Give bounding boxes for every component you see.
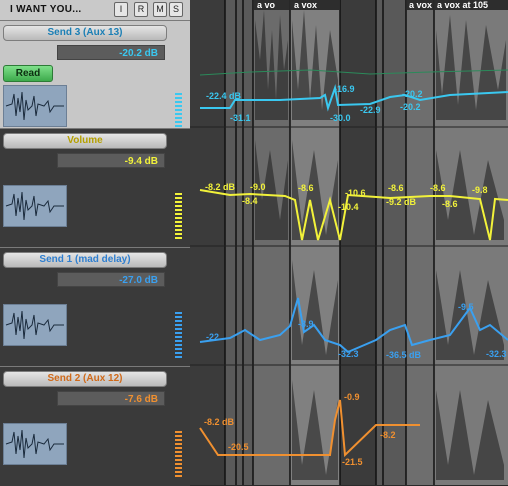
waveform-thumbnail bbox=[3, 423, 67, 465]
automation-value-label: -8.4 bbox=[242, 196, 258, 206]
solo-button[interactable]: S bbox=[169, 2, 183, 17]
waveform-thumbnail bbox=[3, 185, 67, 227]
automation-value-label: -9.8 bbox=[472, 185, 488, 195]
automation-value-label: -8.2 dB bbox=[204, 417, 235, 427]
automation-value-label: -22.4 dB bbox=[206, 91, 242, 101]
level-meter bbox=[175, 93, 182, 127]
automation-value-label: -9.2 dB bbox=[386, 197, 417, 207]
region-label[interactable]: a vox at 105 bbox=[437, 0, 488, 10]
automation-value-label: -20.2 bbox=[400, 102, 421, 112]
automation-value-display: -7.6 dB bbox=[57, 391, 165, 406]
automation-value-display: -20.2 dB bbox=[57, 45, 165, 60]
automation-parameter-menu[interactable]: Send 2 (Aux 12) bbox=[3, 371, 167, 387]
automation-value-label: -22 bbox=[206, 332, 219, 342]
automation-value-label: -10.6 bbox=[345, 188, 366, 198]
input-monitor-button[interactable]: I bbox=[114, 2, 128, 17]
automation-lane-send3: Send 3 (Aux 13) -20.2 dB Read bbox=[0, 20, 190, 128]
automation-value-label: -20.5 bbox=[228, 442, 249, 452]
automation-value-label: -16.9 bbox=[334, 84, 355, 94]
automation-value-label: -8.6 bbox=[298, 183, 314, 193]
level-meter bbox=[175, 312, 182, 360]
automation-lane-send2: Send 2 (Aux 12) -7.6 dB bbox=[0, 366, 190, 486]
automation-value-label: -0.9 bbox=[344, 392, 360, 402]
automation-lane-send1: Send 1 (mad delay) -27.0 dB bbox=[0, 247, 190, 366]
automation-value-label: -9.5 bbox=[458, 302, 474, 312]
automation-parameter-menu[interactable]: Send 1 (mad delay) bbox=[3, 252, 167, 268]
automation-value-display: -27.0 dB bbox=[57, 272, 165, 287]
track-name[interactable]: I WANT YOU... bbox=[10, 4, 82, 15]
automation-value-label: -20.2 bbox=[402, 89, 423, 99]
level-meter bbox=[175, 431, 182, 479]
automation-value-label: -8.6 bbox=[430, 183, 446, 193]
region-label[interactable]: a vo bbox=[257, 0, 276, 10]
automation-value-display: -9.4 dB bbox=[57, 153, 165, 168]
mute-button[interactable]: M bbox=[153, 2, 167, 17]
automation-mode-button[interactable]: Read bbox=[3, 65, 53, 82]
region-label[interactable]: a vox bbox=[409, 0, 432, 10]
automation-value-label: -32.3 bbox=[338, 349, 359, 359]
automation-value-label: -8.6 bbox=[442, 199, 458, 209]
automation-lane-volume: Volume -9.4 dB bbox=[0, 128, 190, 247]
automation-value-label: -8.2 dB bbox=[205, 182, 236, 192]
arrange-area[interactable]: a vo a vox a vox a vox at 105 -22.4 dB -… bbox=[190, 0, 508, 485]
automation-value-label: -36.5 dB bbox=[386, 350, 422, 360]
automation-value-label: -30.0 bbox=[330, 113, 351, 123]
automation-value-label: -10.4 bbox=[338, 202, 359, 212]
automation-value-label: -8.2 bbox=[380, 430, 396, 440]
automation-value-label: -9.0 bbox=[250, 182, 266, 192]
record-enable-button[interactable]: R bbox=[134, 2, 148, 17]
automation-value-label: -3.9 bbox=[298, 319, 314, 329]
waveform-thumbnail bbox=[3, 304, 67, 346]
waveform-thumbnail bbox=[3, 85, 67, 127]
automation-parameter-menu[interactable]: Volume bbox=[3, 133, 167, 149]
automation-value-label: -32.3 bbox=[486, 349, 507, 359]
automation-value-label: -22.9 bbox=[360, 105, 381, 115]
level-meter bbox=[175, 193, 182, 241]
automation-value-label: -8.6 bbox=[388, 183, 404, 193]
region-label[interactable]: a vox bbox=[294, 0, 317, 10]
track-header: I WANT YOU... I R M S bbox=[0, 0, 190, 21]
automation-value-label: -31.1 bbox=[230, 113, 251, 123]
automation-value-label: -21.5 bbox=[342, 457, 363, 467]
automation-parameter-menu[interactable]: Send 3 (Aux 13) bbox=[3, 25, 167, 41]
